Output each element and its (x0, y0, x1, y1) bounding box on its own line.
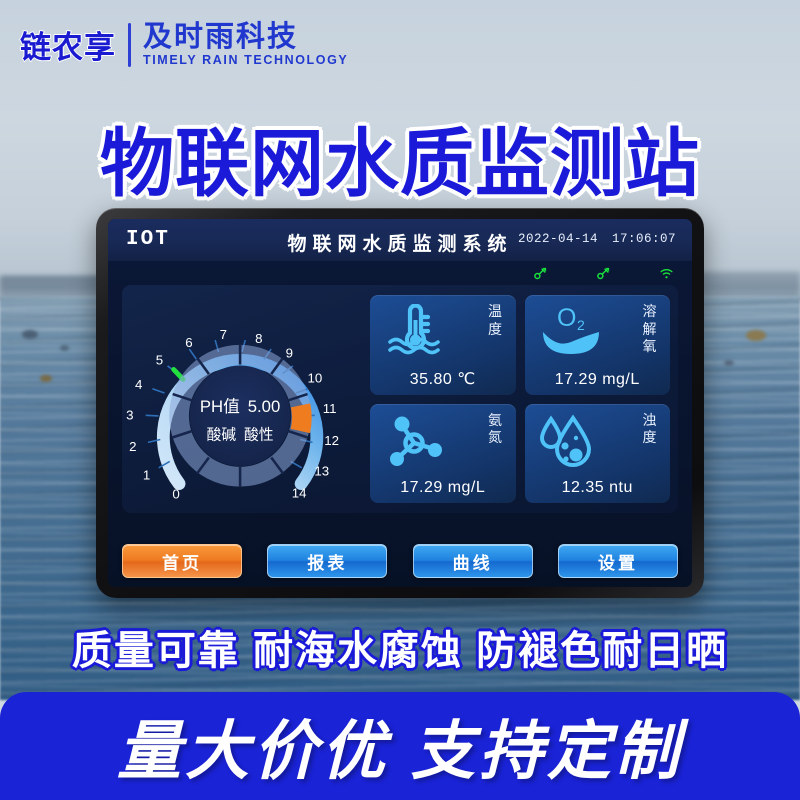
brand-divider (128, 22, 131, 67)
background-buoy (22, 330, 38, 339)
gauge-alarm-segment (290, 403, 312, 434)
svg-text:7: 7 (220, 327, 227, 342)
svg-text:6: 6 (185, 335, 192, 350)
promo-banner-text: 量大价优 支持定制 (117, 715, 683, 787)
turbidity-droplet-icon (539, 413, 599, 476)
ph-gauge: 0 1 2 3 4 5 6 7 8 9 10 11 12 13 14 PH值 5… (122, 285, 368, 513)
svg-text:9: 9 (286, 346, 293, 361)
promo-banner: 量大价优 支持定制 (0, 692, 800, 800)
wifi-icon (659, 266, 674, 281)
poster-stage: 链农享 及时雨科技 TIMELY RAIN TECHNOLOGY 物联网水质监测… (0, 0, 800, 800)
metric-card-temperature[interactable]: 温度 35.80 ℃ (370, 295, 516, 395)
nav-button-report[interactable]: 报表 (267, 544, 388, 578)
metric-label: 浊度 (642, 411, 657, 446)
datetime-display: 2022-04-14 17:06:07 (518, 232, 676, 246)
gauge-sub-label: 酸碱 (207, 426, 237, 443)
svg-text:5: 5 (156, 353, 163, 368)
gauge-sub-value: 酸性 (244, 426, 273, 443)
svg-text:0: 0 (172, 486, 179, 501)
metric-label: 氨氮 (488, 411, 502, 446)
svg-text:O: O (557, 304, 576, 332)
metric-card-ammonia-nitrogen[interactable]: 氨氮 17.29 mg/L (370, 403, 516, 503)
ph-gauge-svg: 0 1 2 3 4 5 6 7 8 9 10 11 12 13 14 PH值 5… (126, 327, 339, 501)
metric-cards: 温度 35.80 ℃ O 2 溶解氧 17.29 mg/L 氨氮 17.29 m… (368, 285, 678, 513)
metric-card-turbidity[interactable]: 浊度 12.35 ntu (524, 403, 670, 503)
date-text: 2022-04-14 (517, 232, 598, 246)
svg-text:12: 12 (324, 433, 339, 448)
svg-text:4: 4 (135, 377, 142, 392)
brand-logo: 链农享 及时雨科技 TIMELY RAIN TECHNOLOGY (19, 21, 349, 68)
svg-text:3: 3 (126, 408, 133, 423)
device-screen: IOT 物联网水质监测系统 2022-04-14 17:06:07 0 1 2 … (108, 219, 692, 587)
page-title: 物联网水质监测站 (100, 122, 700, 205)
gauge-value: 5.00 (248, 397, 281, 416)
background-buoy (40, 375, 52, 382)
brand-mark: 链农享 (19, 29, 116, 66)
background-buoy (60, 345, 69, 351)
nav-button-settings[interactable]: 设置 (557, 544, 678, 578)
feature-tagline: 质量可靠 耐海水腐蚀 防褪色耐日晒 (71, 629, 729, 673)
thermometer-water-icon (384, 303, 444, 367)
background-buoy (724, 360, 734, 366)
device-bezel: IOT 物联网水质监测系统 2022-04-14 17:06:07 0 1 2 … (96, 208, 704, 598)
metric-label: 温度 (488, 303, 502, 337)
svg-text:13: 13 (314, 464, 329, 479)
svg-text:2: 2 (577, 317, 585, 333)
dashboard-panel: 0 1 2 3 4 5 6 7 8 9 10 11 12 13 14 PH值 5… (122, 285, 678, 513)
metric-value: 12.35 ntu (561, 479, 633, 496)
svg-text:10: 10 (307, 370, 322, 385)
time-text: 17:06:07 (611, 232, 676, 246)
gauge-label: PH值 (200, 397, 240, 416)
svg-text:2: 2 (129, 439, 136, 454)
background-buoy (746, 330, 766, 341)
svg-text:1: 1 (143, 468, 150, 483)
svg-text:11: 11 (323, 401, 337, 416)
status-icons (533, 266, 674, 281)
plug-icon (596, 266, 611, 281)
metric-value: 35.80 ℃ (409, 370, 476, 388)
brand-name-cn: 及时雨科技 (143, 21, 299, 53)
nav-buttons: 首页 报表 曲线 设置 (122, 543, 678, 579)
metric-value: 17.29 mg/L (400, 479, 486, 496)
svg-text:8: 8 (255, 331, 262, 346)
metric-value: 17.29 mg/L (554, 370, 640, 388)
metric-label: 溶解氧 (642, 303, 657, 354)
svg-text:14: 14 (292, 485, 307, 500)
molecule-icon (384, 413, 446, 476)
plug-icon (533, 266, 548, 281)
nav-button-home[interactable]: 首页 (122, 544, 242, 578)
nav-button-curve[interactable]: 曲线 (412, 544, 533, 578)
metric-card-dissolved-oxygen[interactable]: O 2 溶解氧 17.29 mg/L (524, 295, 670, 395)
screen-header: IOT 物联网水质监测系统 2022-04-14 17:06:07 (108, 219, 692, 261)
o2-water-icon: O 2 (539, 304, 603, 367)
brand-name-en: TIMELY RAIN TECHNOLOGY (143, 53, 349, 68)
